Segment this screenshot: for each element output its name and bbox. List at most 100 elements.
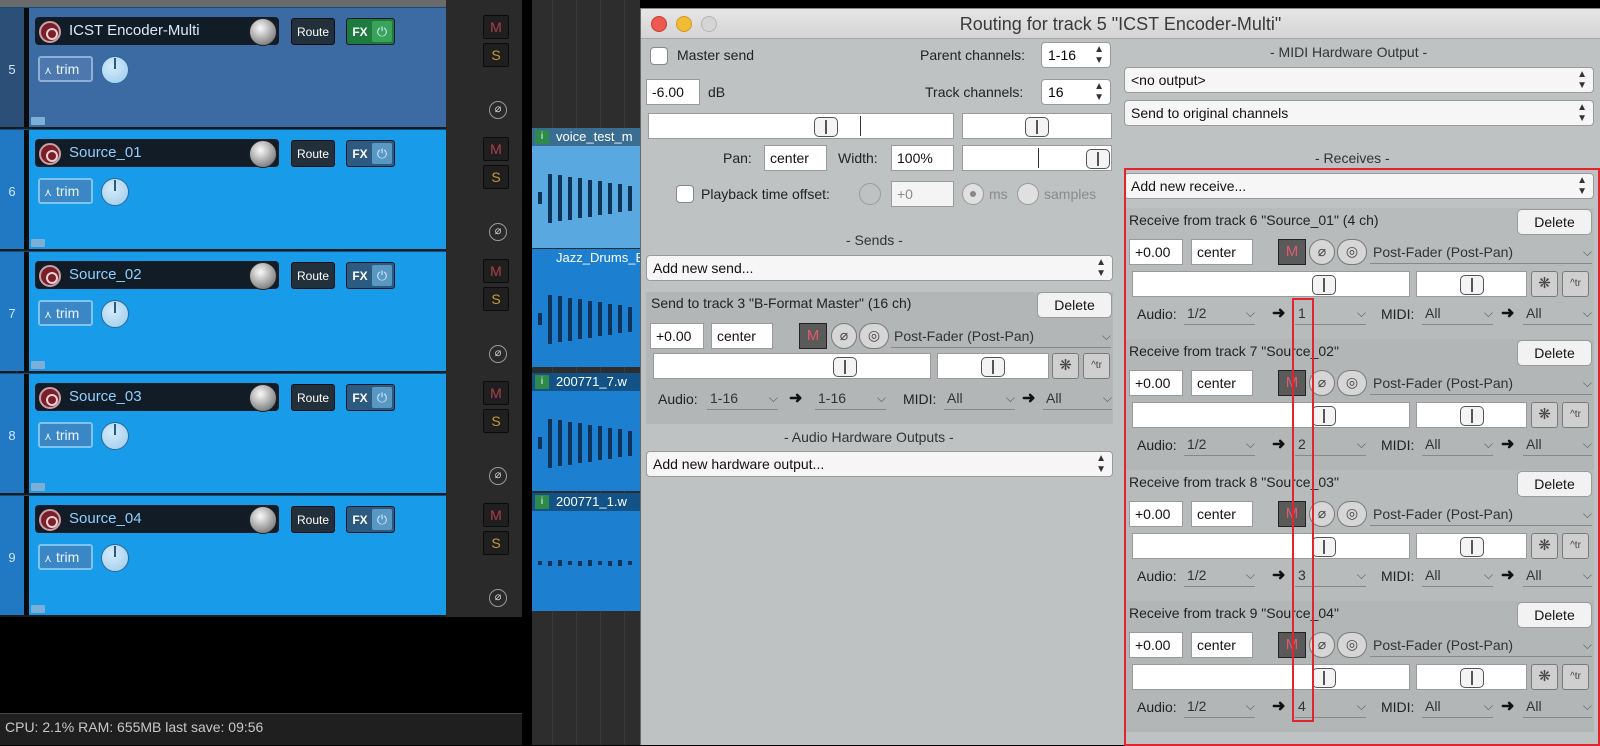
- pan-knob[interactable]: [101, 56, 129, 84]
- mono-stereo-icon[interactable]: ◎: [859, 323, 889, 349]
- send-volume-fader[interactable]: [653, 353, 931, 379]
- master-volume-input[interactable]: -6.00: [646, 79, 700, 105]
- track-number[interactable]: 9: [0, 496, 24, 615]
- route-button[interactable]: Route: [291, 262, 335, 289]
- master-volume-fader[interactable]: [648, 113, 954, 139]
- track-name[interactable]: Source_02: [69, 266, 142, 283]
- pan-knob[interactable]: [101, 544, 129, 572]
- track-channels-select[interactable]: 16 ▲ ▼: [1041, 79, 1111, 105]
- send-delete-button[interactable]: Delete: [1037, 292, 1112, 318]
- folder-icon[interactable]: [31, 361, 45, 369]
- mute-button[interactable]: M: [483, 503, 509, 527]
- power-icon[interactable]: ⏻: [372, 387, 392, 408]
- info-icon[interactable]: i: [535, 375, 549, 389]
- offset-knob[interactable]: [859, 183, 881, 205]
- send-midi-dst-dropdown[interactable]: All ⌵: [1043, 386, 1112, 410]
- playback-offset-checkbox[interactable]: [676, 185, 694, 203]
- track-name[interactable]: Source_04: [69, 510, 142, 527]
- send-audio-src-dropdown[interactable]: 1-16 ⌵: [707, 386, 778, 410]
- phase-button[interactable]: ⌀: [489, 101, 507, 119]
- fx-button[interactable]: FX ⏻: [346, 140, 395, 167]
- fader-thumb[interactable]: [833, 357, 857, 377]
- phase-button[interactable]: ⌀: [489, 589, 507, 607]
- solo-button[interactable]: S: [483, 409, 509, 433]
- record-arm-icon[interactable]: [39, 509, 61, 531]
- master-send-checkbox[interactable]: [650, 47, 668, 65]
- mute-button[interactable]: M: [483, 137, 509, 161]
- fader-thumb[interactable]: [1025, 117, 1049, 137]
- parent-channels-select[interactable]: 1-16 ▲ ▼: [1041, 42, 1111, 68]
- track-5[interactable]: 5 ICST Encoder-Multi Route FX ⏻ ⋏ trim: [0, 7, 446, 127]
- trim-button[interactable]: ⋏ trim: [38, 422, 93, 448]
- media-item[interactable]: i 200771_1.w: [532, 493, 640, 611]
- track-9[interactable]: 9 Source_04 Route FX ⏻ ⋏ trim: [0, 495, 446, 615]
- dialog-title-bar[interactable]: Routing for track 5 "ICST Encoder-Multi": [641, 9, 1600, 39]
- folder-icon[interactable]: [31, 483, 45, 491]
- media-item[interactable]: i voice_test_m: [532, 128, 640, 248]
- pan-knob[interactable]: [101, 178, 129, 206]
- send-pan-input[interactable]: center: [711, 323, 773, 349]
- fx-button[interactable]: FX ⏻: [346, 262, 395, 289]
- folder-icon[interactable]: [31, 605, 45, 613]
- send-mode-dropdown[interactable]: Post-Fader (Post-Pan) ⌵: [891, 324, 1111, 348]
- power-icon[interactable]: ⏻: [372, 21, 392, 42]
- track-number[interactable]: 6: [0, 130, 24, 249]
- send-midi-src-dropdown[interactable]: All ⌵: [944, 386, 1015, 410]
- track-7[interactable]: 7 Source_02 Route FX ⏻ ⋏ trim: [0, 251, 446, 371]
- track-number[interactable]: 5: [0, 8, 24, 127]
- solo-button[interactable]: S: [483, 287, 509, 311]
- phase-button[interactable]: ⌀: [489, 223, 507, 241]
- width-fader[interactable]: [962, 145, 1112, 171]
- track-name[interactable]: Source_03: [69, 388, 142, 405]
- zoom-window-button[interactable]: [701, 16, 717, 32]
- folder-icon[interactable]: [31, 239, 45, 247]
- route-button[interactable]: Route: [291, 384, 335, 411]
- fx-button[interactable]: FX ⏻: [346, 18, 395, 45]
- volume-knob[interactable]: [249, 262, 277, 290]
- record-arm-icon[interactable]: [39, 387, 61, 409]
- midi-channels-dropdown[interactable]: Send to original channels ▲ ▼: [1124, 100, 1594, 126]
- send-phase-button[interactable]: ⌀: [831, 323, 857, 349]
- track-8[interactable]: 8 Source_03 Route FX ⏻ ⋏ trim: [0, 373, 446, 493]
- folder-icon[interactable]: [31, 117, 45, 125]
- add-send-dropdown[interactable]: Add new send... ▲ ▼: [646, 255, 1113, 281]
- fader-thumb[interactable]: [981, 357, 1005, 377]
- pan-knob[interactable]: [101, 422, 129, 450]
- route-button[interactable]: Route: [291, 18, 335, 45]
- trim-button[interactable]: ⋏ trim: [38, 300, 93, 326]
- pan-input[interactable]: center: [764, 145, 827, 171]
- media-item[interactable]: iJazz_Drums_Ex: [532, 249, 640, 367]
- info-icon[interactable]: i: [535, 130, 549, 144]
- track-name[interactable]: ICST Encoder-Multi: [69, 22, 200, 39]
- send-mute-button[interactable]: M: [799, 323, 827, 349]
- fx-button[interactable]: FX ⏻: [346, 506, 395, 533]
- volume-knob[interactable]: [249, 384, 277, 412]
- fader-thumb[interactable]: [814, 117, 838, 137]
- trim-button[interactable]: ⋏ trim: [38, 544, 93, 570]
- power-icon[interactable]: ⏻: [372, 265, 392, 286]
- volume-knob[interactable]: [249, 506, 277, 534]
- mute-button[interactable]: M: [483, 259, 509, 283]
- send-audio-dst-dropdown[interactable]: 1-16 ⌵: [815, 386, 886, 410]
- trim-button[interactable]: ⋏ trim: [38, 56, 93, 82]
- track-number[interactable]: 7: [0, 252, 24, 371]
- record-arm-icon[interactable]: [39, 21, 61, 43]
- phase-button[interactable]: ⌀: [489, 467, 507, 485]
- add-hardware-output-dropdown[interactable]: Add new hardware output... ▲ ▼: [646, 451, 1113, 477]
- solo-button[interactable]: S: [483, 43, 509, 67]
- send-trim-icon[interactable]: ^tr: [1083, 353, 1110, 379]
- volume-knob[interactable]: [249, 18, 277, 46]
- route-button[interactable]: Route: [291, 140, 335, 167]
- pan-knob[interactable]: [101, 300, 129, 328]
- minimize-window-button[interactable]: [676, 16, 692, 32]
- track-name[interactable]: Source_01: [69, 144, 142, 161]
- fx-button[interactable]: FX ⏻: [346, 384, 395, 411]
- send-envelope-icon[interactable]: ❋: [1052, 353, 1079, 379]
- track-6[interactable]: 6 Source_01 Route FX ⏻ ⋏ trim: [0, 129, 446, 249]
- info-icon[interactable]: i: [535, 495, 549, 509]
- ms-radio[interactable]: [962, 183, 984, 205]
- volume-knob[interactable]: [249, 140, 277, 168]
- power-icon[interactable]: ⏻: [372, 509, 392, 530]
- track-number[interactable]: 8: [0, 374, 24, 493]
- offset-input[interactable]: +0: [891, 181, 954, 207]
